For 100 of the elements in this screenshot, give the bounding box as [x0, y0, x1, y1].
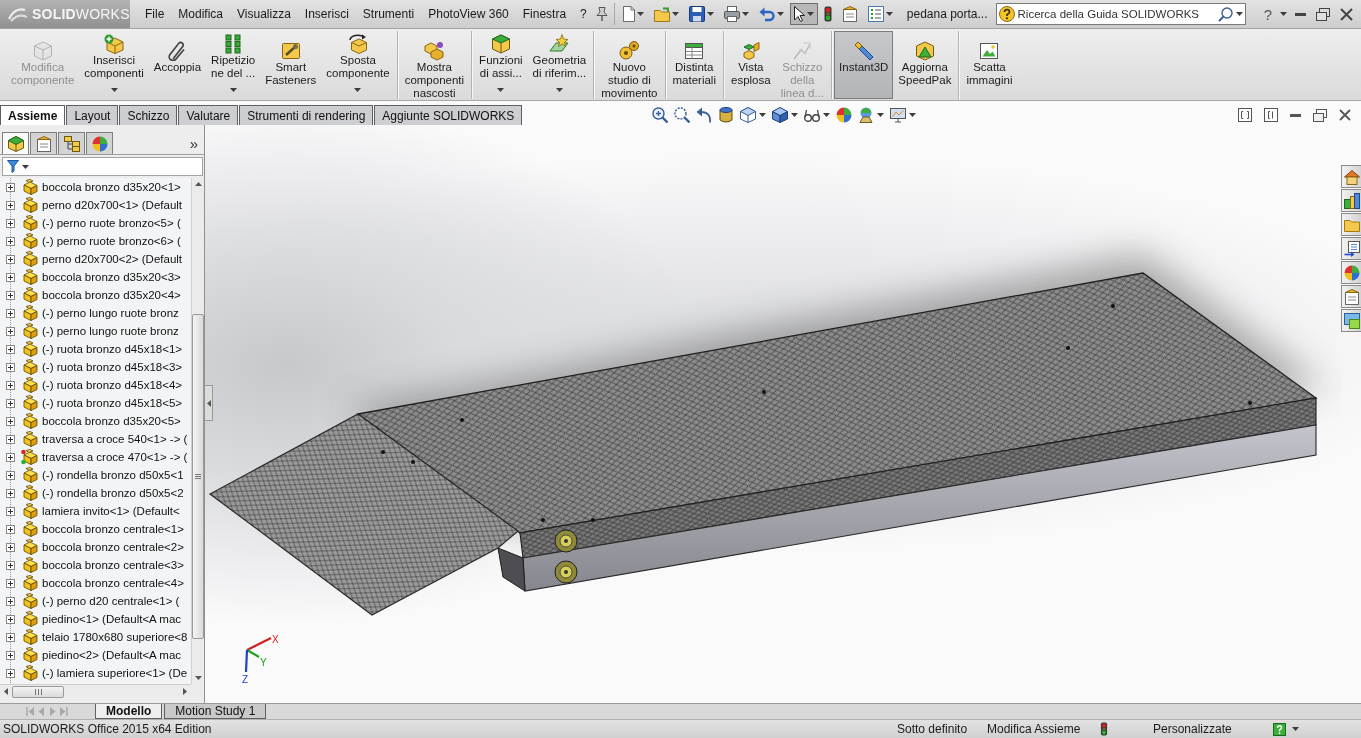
- appearance-button[interactable]: [835, 107, 854, 123]
- expand-icon[interactable]: [6, 578, 15, 588]
- expand-icon[interactable]: [6, 524, 15, 534]
- tree-item[interactable]: boccola bronzo centrale<4>: [0, 574, 191, 592]
- file-explorer-tab[interactable]: [1341, 213, 1361, 236]
- tree-item[interactable]: traversa a croce 470<1> -> (: [0, 448, 191, 466]
- menu-item[interactable]: Modifica: [171, 3, 231, 25]
- tree-item[interactable]: boccola bronzo centrale<1>: [0, 520, 191, 538]
- tree-item[interactable]: (-) lamiera superiore<1> (De: [0, 664, 191, 682]
- search-icon[interactable]: [1217, 6, 1233, 22]
- tab[interactable]: Layout: [66, 105, 119, 125]
- expand-icon[interactable]: [6, 272, 15, 282]
- expand-icon[interactable]: [6, 452, 15, 462]
- vertical-scrollbar[interactable]: [191, 178, 204, 684]
- tree-item[interactable]: boccola bronzo d35x20<1>: [0, 178, 191, 196]
- expand-icon[interactable]: [6, 200, 15, 210]
- expand-icon[interactable]: [6, 560, 15, 570]
- feature-manager-tab[interactable]: [2, 132, 29, 154]
- toolbar-button[interactable]: Scatta immagini: [961, 31, 1018, 99]
- hide-show-button[interactable]: [803, 107, 832, 123]
- viewport-button[interactable]: [1262, 106, 1280, 124]
- menu-item[interactable]: Inserisci: [297, 3, 356, 25]
- custom-properties-tab[interactable]: [1341, 285, 1361, 308]
- expand-icon[interactable]: [6, 506, 15, 516]
- expand-icon[interactable]: [6, 434, 15, 444]
- tab[interactable]: Valutare: [178, 105, 239, 125]
- scene-button[interactable]: [857, 107, 886, 123]
- filter-field[interactable]: [2, 157, 203, 176]
- menu-item[interactable]: File: [138, 3, 172, 25]
- search-box[interactable]: Ricerca della Guida SOLIDWORKS: [995, 3, 1246, 25]
- tree-item[interactable]: perno d20x700<2> (Default: [0, 250, 191, 268]
- toolbar-button[interactable]: Aggiorna SpeedPak: [893, 31, 957, 99]
- home-tab[interactable]: [1341, 165, 1361, 188]
- more-button[interactable]: »: [187, 135, 200, 152]
- expand-icon[interactable]: [6, 488, 15, 498]
- tree-item[interactable]: boccola bronzo d35x20<4>: [0, 286, 191, 304]
- expand-icon[interactable]: [6, 236, 15, 246]
- toolbar-button[interactable]: Distinta materiali: [667, 31, 721, 99]
- menu-item[interactable]: Finestra: [515, 3, 574, 25]
- zoom-to-fit-button[interactable]: [651, 107, 670, 123]
- restore-button[interactable]: [1311, 106, 1329, 124]
- tree-item[interactable]: (-) ruota bronzo d45x18<3>: [0, 358, 191, 376]
- expand-icon[interactable]: [6, 416, 15, 426]
- close-button[interactable]: [1337, 107, 1353, 123]
- tree-item[interactable]: telaio 1780x680 superiore<8: [0, 628, 191, 646]
- expand-icon[interactable]: [6, 650, 15, 660]
- expand-icon[interactable]: [6, 362, 15, 372]
- configuration-manager-tab[interactable]: [58, 132, 85, 154]
- restore-button[interactable]: [1314, 5, 1332, 23]
- expand-icon[interactable]: [6, 542, 15, 552]
- expand-icon[interactable]: [6, 182, 15, 192]
- tab[interactable]: Motion Study 1: [164, 704, 267, 719]
- toolbar-button[interactable]: Nuovo studio di movimento: [596, 31, 663, 99]
- tree-item[interactable]: (-) ruota bronzo d45x18<4>: [0, 376, 191, 394]
- tab[interactable]: Modello: [95, 704, 163, 719]
- tree-item[interactable]: (-) rondella bronzo d50x5<2: [0, 484, 191, 502]
- tree-item[interactable]: perno d20x700<1> (Default: [0, 196, 191, 214]
- tree-item[interactable]: (-) perno d20 centrale<1> (: [0, 592, 191, 610]
- tree-item[interactable]: boccola bronzo d35x20<3>: [0, 268, 191, 286]
- tree-item[interactable]: boccola bronzo centrale<3>: [0, 556, 191, 574]
- tree-item[interactable]: piedino<1> (Default<A mac: [0, 610, 191, 628]
- section-view-button[interactable]: [717, 107, 736, 123]
- menu-item[interactable]: Strumenti: [355, 3, 422, 25]
- toolbar-button[interactable]: Mostra componenti nascosti: [399, 31, 470, 99]
- expand-icon[interactable]: [6, 380, 15, 390]
- zoom-area-button[interactable]: [673, 107, 692, 123]
- toolbar-button[interactable]: Sposta componente: [321, 31, 395, 99]
- tab[interactable]: Strumenti di rendering: [239, 105, 374, 125]
- tree-item[interactable]: (-) perno lungo ruote bronz: [0, 322, 191, 340]
- previous-view-button[interactable]: [695, 107, 714, 123]
- expand-icon[interactable]: [6, 308, 15, 318]
- select-button[interactable]: [789, 3, 818, 25]
- expand-icon[interactable]: [6, 632, 15, 642]
- search-field[interactable]: Ricerca della Guida SOLIDWORKS: [1017, 8, 1215, 20]
- close-button[interactable]: [1338, 5, 1355, 23]
- view-orientation-button[interactable]: [739, 107, 768, 123]
- toolbar-button[interactable]: Geometria di riferim...: [527, 31, 592, 99]
- expand-icon[interactable]: [6, 470, 15, 480]
- menu-item[interactable]: ?: [573, 3, 594, 25]
- toolbar-button[interactable]: Smart Fasteners: [260, 31, 322, 99]
- expand-icon[interactable]: [6, 398, 15, 408]
- view-palette-tab[interactable]: [1341, 309, 1361, 332]
- expand-icon[interactable]: [6, 344, 15, 354]
- tree-item[interactable]: (-) perno lungo ruote bronz: [0, 304, 191, 322]
- help-tile-icon[interactable]: [1273, 722, 1286, 736]
- tree-item[interactable]: (-) ruota bronzo d45x18<1>: [0, 340, 191, 358]
- toolbar-button[interactable]: Instant3D: [834, 31, 894, 99]
- help-button[interactable]: ?: [1261, 5, 1274, 23]
- toolbar-button[interactable]: Inserisci componenti: [79, 31, 149, 99]
- toolbar-button[interactable]: Accoppia: [148, 31, 207, 99]
- expand-icon[interactable]: [6, 326, 15, 336]
- search-results-tab[interactable]: [1341, 237, 1361, 260]
- toolbar-button[interactable]: Vista esplosa: [726, 31, 776, 99]
- scrollbar-thumb[interactable]: [192, 314, 204, 639]
- tree-item[interactable]: lamiera invito<1> (Default<: [0, 502, 191, 520]
- expand-icon[interactable]: [6, 596, 15, 606]
- collapse-handle[interactable]: [205, 385, 213, 421]
- menu-item[interactable]: PhotoView 360: [421, 3, 516, 25]
- tree-item[interactable]: (-) perno ruote bronzo<6> (: [0, 232, 191, 250]
- expand-icon[interactable]: [6, 668, 15, 678]
